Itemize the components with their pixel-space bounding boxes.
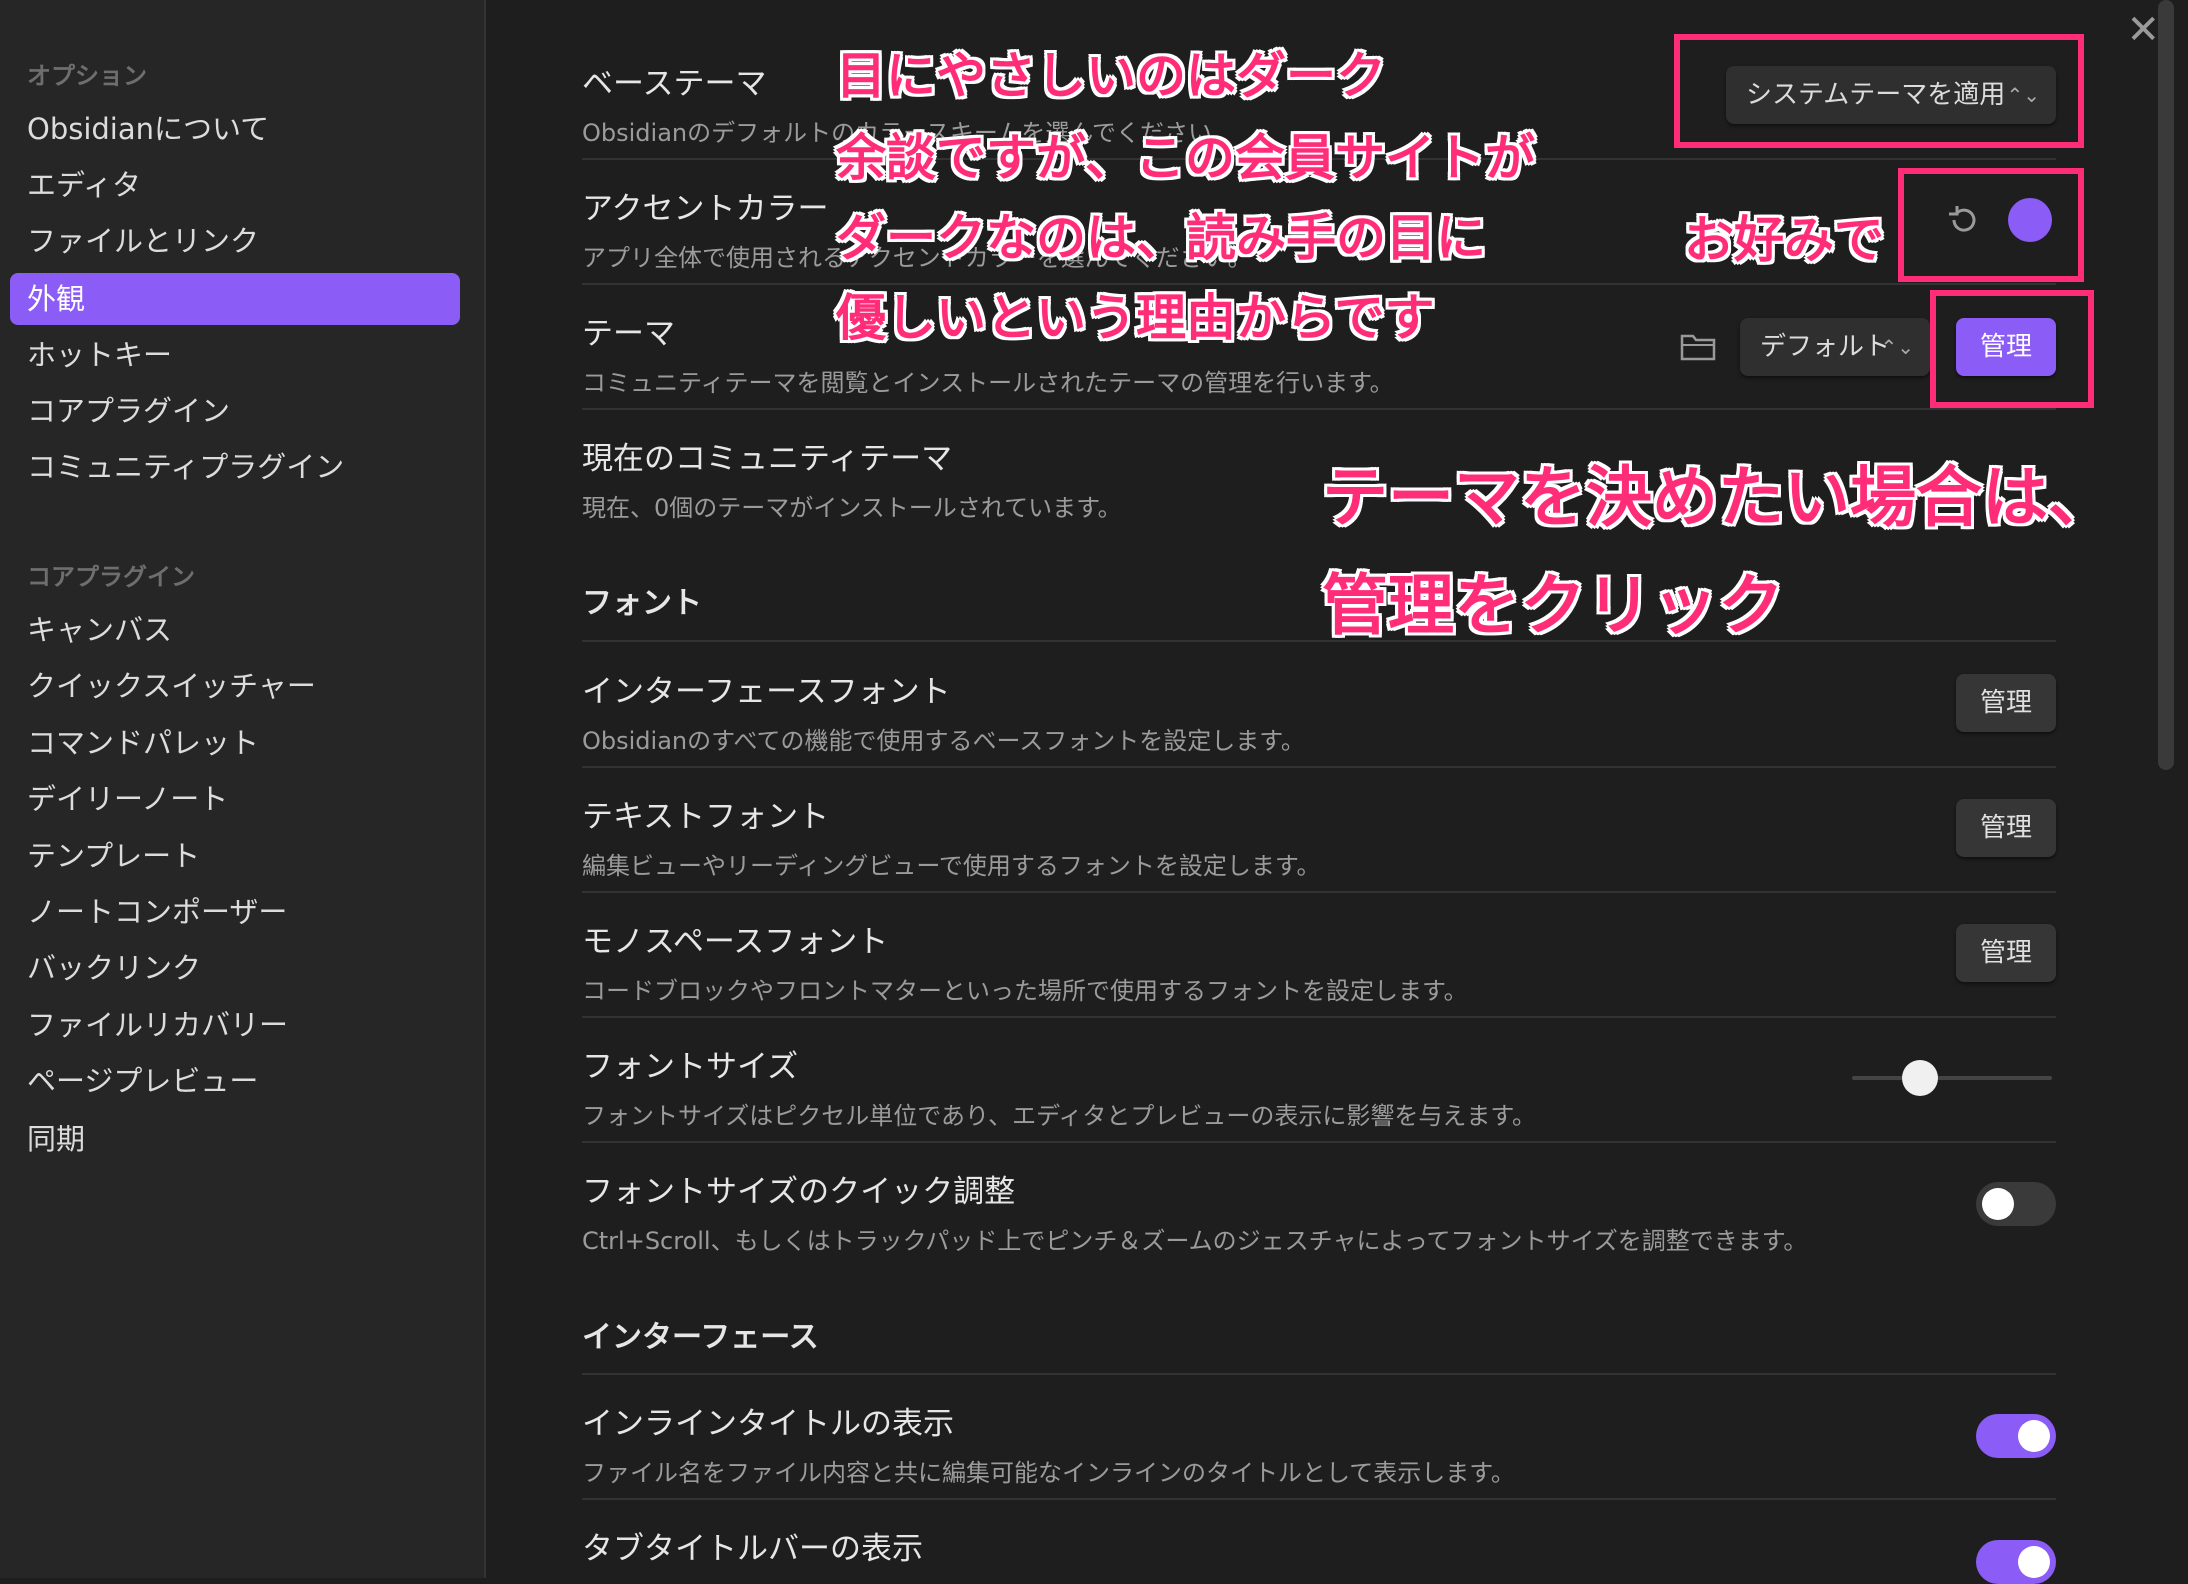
section-title-font: フォント (582, 586, 702, 621)
divider (582, 1498, 2056, 1500)
select-value: デフォルト (1760, 332, 1891, 362)
toggle-knob (2018, 1420, 2050, 1452)
sidebar-item-editor[interactable]: エディタ (10, 159, 460, 211)
sidebar-item-files-links[interactable]: ファイルとリンク (10, 215, 460, 267)
toggle-knob (1982, 1188, 2014, 1220)
annotation-dark-easy: 目にやさしいのはダーク (836, 47, 1386, 105)
setting-name: インラインタイトルの表示 (582, 1406, 954, 1442)
sidebar-heading-options: オプション (27, 62, 147, 90)
mono-font-manage-button[interactable]: 管理 (1956, 924, 2056, 982)
callout-box-base-theme (1674, 34, 2084, 148)
annotation-aside-3: 優しいという理由からです (836, 289, 1435, 347)
annotation-aside-1: 余談ですが、この会員サイトが (836, 129, 1535, 187)
sidebar-item-note-composer[interactable]: ノートコンポーザー (10, 886, 460, 938)
font-size-slider-track[interactable] (1852, 1076, 2052, 1080)
sidebar-heading-core: コアプラグイン (27, 563, 195, 591)
setting-font-size: フォントサイズ フォントサイズはピクセル単位であり、エディタとプレビューの表示に… (582, 1041, 2056, 1131)
setting-name: フォントサイズ (582, 1049, 799, 1085)
setting-desc: 編集ビューやリーディングビューで使用するフォントを設定します。 (582, 852, 1321, 880)
setting-name: インターフェースフォント (582, 674, 951, 710)
settings-sidebar: オプション Obsidianについて エディタ ファイルとリンク 外観 ホットキ… (0, 0, 486, 1578)
divider (582, 1016, 2056, 1018)
toggle-knob (2018, 1546, 2050, 1578)
font-size-slider-handle[interactable] (1902, 1060, 1938, 1096)
setting-text-font: テキストフォント 編集ビューやリーディングビューで使用するフォントを設定します。 (582, 791, 2056, 881)
setting-desc: ファイル名をファイル内容と共に編集可能なインラインのタイトルとして表示します。 (582, 1459, 1515, 1487)
divider (582, 766, 2056, 768)
callout-box-manage (1930, 290, 2094, 408)
divider (582, 408, 2056, 410)
scrollbar[interactable] (2158, 0, 2174, 770)
tab-title-bar-toggle[interactable] (1976, 1540, 2056, 1584)
sidebar-item-sync[interactable]: 同期 (10, 1113, 460, 1165)
sidebar-item-hotkeys[interactable]: ホットキー (10, 329, 460, 381)
sidebar-item-appearance[interactable]: 外観 (10, 273, 460, 325)
sidebar-item-community-plugins[interactable]: コミュニティプラグイン (10, 441, 460, 493)
sidebar-item-file-recovery[interactable]: ファイルリカバリー (10, 999, 460, 1051)
setting-quick-font-size: フォントサイズのクイック調整 Ctrl+Scroll、もしくはトラックパッド上で… (582, 1166, 2056, 1256)
setting-name: タブタイトルバーの表示 (582, 1531, 923, 1567)
sidebar-item-command-palette[interactable]: コマンドパレット (10, 717, 460, 769)
annotation-preference: お好みで (1684, 211, 1884, 269)
sidebar-item-page-preview[interactable]: ページプレビュー (10, 1055, 460, 1107)
setting-inline-title: インラインタイトルの表示 ファイル名をファイル内容と共に編集可能なインラインのタ… (582, 1398, 2056, 1488)
chevron-updown-icon: ⌃⌄ (1880, 335, 1914, 359)
sidebar-item-quick-switcher[interactable]: クイックスイッチャー (10, 660, 460, 712)
annotation-theme-choose: テーマを決めたい場合は、 (1322, 459, 2114, 536)
setting-desc: コードブロックやフロントマターといった場所で使用するフォントを設定します。 (582, 977, 1468, 1005)
folder-icon[interactable] (1680, 330, 1716, 362)
setting-desc: Obsidianのすべての機能で使用するベースフォントを設定します。 (582, 727, 1305, 755)
quick-font-size-toggle[interactable] (1976, 1182, 2056, 1226)
sidebar-item-about[interactable]: Obsidianについて (10, 103, 460, 155)
close-icon[interactable]: ✕ (2126, 10, 2160, 50)
sidebar-item-templates[interactable]: テンプレート (10, 830, 460, 882)
section-title-interface: インターフェース (582, 1320, 819, 1355)
setting-name: テキストフォント (582, 799, 830, 835)
callout-box-accent (1898, 168, 2084, 282)
setting-name: フォントサイズのクイック調整 (582, 1174, 1016, 1210)
setting-tab-title-bar: タブタイトルバーの表示 (582, 1523, 2056, 1568)
annotation-aside-2: ダークなのは、読み手の目に (836, 209, 1486, 267)
theme-select[interactable]: デフォルト ⌃⌄ (1740, 318, 1930, 376)
setting-desc: フォントサイズはピクセル単位であり、エディタとプレビューの表示に影響を与えます。 (582, 1102, 1536, 1130)
setting-name: モノスペースフォント (582, 924, 889, 960)
setting-desc: Ctrl+Scroll、もしくはトラックパッド上でピンチ＆ズームのジェスチャによ… (582, 1227, 1808, 1255)
sidebar-item-daily-notes[interactable]: デイリーノート (10, 773, 460, 825)
inline-title-toggle[interactable] (1976, 1414, 2056, 1458)
sidebar-item-canvas[interactable]: キャンバス (10, 604, 460, 656)
sidebar-item-backlinks[interactable]: バックリンク (10, 942, 460, 994)
divider (582, 640, 2056, 642)
annotation-click-manage: 管理をクリック (1322, 567, 1784, 644)
setting-mono-font: モノスペースフォント コードブロックやフロントマターといった場所で使用するフォン… (582, 916, 2056, 1006)
setting-interface-font: インターフェースフォント Obsidianのすべての機能で使用するベースフォント… (582, 666, 2056, 756)
sidebar-item-core-plugins[interactable]: コアプラグイン (10, 385, 460, 437)
interface-font-manage-button[interactable]: 管理 (1956, 674, 2056, 732)
divider (582, 1373, 2056, 1375)
divider (582, 1141, 2056, 1143)
divider (582, 891, 2056, 893)
text-font-manage-button[interactable]: 管理 (1956, 799, 2056, 857)
